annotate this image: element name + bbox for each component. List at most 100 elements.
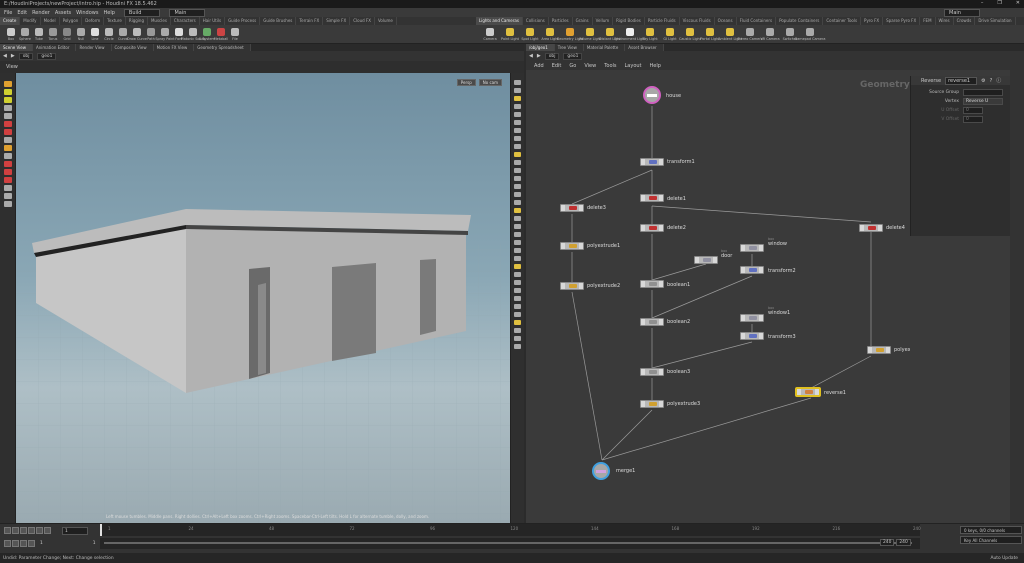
shelf-tool-button[interactable]: Grid bbox=[61, 27, 73, 41]
end-frame-2[interactable]: 240 bbox=[896, 539, 911, 546]
shelf-tab[interactable]: Particle Fluids bbox=[645, 17, 680, 25]
magnet-icon[interactable] bbox=[3, 169, 12, 175]
shelf-tab[interactable]: FEM bbox=[920, 17, 936, 25]
menu-help[interactable]: Help bbox=[103, 10, 114, 16]
arrow-icon[interactable] bbox=[3, 113, 12, 119]
pane-tab[interactable]: Render View bbox=[76, 44, 112, 51]
net-menu-layout[interactable]: Layout bbox=[625, 63, 642, 69]
viewport-tool-icon[interactable] bbox=[514, 128, 521, 133]
pane-tab[interactable]: Geometry Spreadsheet bbox=[194, 44, 251, 51]
node-delete2[interactable] bbox=[640, 224, 664, 232]
pane-tab[interactable]: Scene View bbox=[0, 44, 33, 51]
display-icon[interactable] bbox=[3, 201, 12, 207]
shelf-tool-button[interactable]: Point Light bbox=[501, 27, 519, 41]
viewport-tool-icon[interactable] bbox=[514, 88, 521, 93]
net-menu-help[interactable]: Help bbox=[650, 63, 661, 69]
viewport-tool-icon[interactable] bbox=[514, 192, 521, 197]
realtime-icon[interactable] bbox=[4, 540, 11, 547]
node-transform2[interactable] bbox=[740, 266, 764, 274]
shelf-tab[interactable]: Container Tools bbox=[823, 17, 862, 25]
node-delete3[interactable] bbox=[560, 204, 584, 212]
pose-tool-icon[interactable] bbox=[3, 145, 12, 151]
viewport-tool-icon[interactable] bbox=[514, 112, 521, 117]
shelf-tool-button[interactable]: Camera bbox=[481, 27, 499, 41]
viewport-tool-icon[interactable] bbox=[514, 184, 521, 189]
magnet-icon[interactable] bbox=[3, 161, 12, 167]
move-tool-icon[interactable] bbox=[3, 89, 12, 95]
viewport-tool-icon[interactable] bbox=[514, 208, 521, 213]
viewport-tool-icon[interactable] bbox=[514, 328, 521, 333]
shelf-tab[interactable]: Terrain FX bbox=[296, 17, 324, 25]
menu-edit[interactable]: Edit bbox=[17, 10, 27, 16]
handle-icon[interactable] bbox=[3, 121, 12, 127]
node-house[interactable] bbox=[643, 86, 661, 104]
pane-tab[interactable]: Motion FX View bbox=[153, 44, 195, 51]
shelf-tab[interactable]: Muscles bbox=[148, 17, 171, 25]
pane-tab[interactable]: Asset Browser bbox=[625, 44, 664, 51]
viewport-tool-icon[interactable] bbox=[514, 296, 521, 301]
node-boolean3[interactable] bbox=[640, 368, 664, 376]
viewport-tool-icon[interactable] bbox=[514, 264, 521, 269]
shelf-tab[interactable]: Fluid Containers bbox=[737, 17, 777, 25]
shelf-tab[interactable]: Guide Brushes bbox=[260, 17, 297, 25]
viewport-tool-icon[interactable] bbox=[514, 232, 521, 237]
net-menu-view[interactable]: View bbox=[584, 63, 596, 69]
shelf-tab[interactable]: Wires bbox=[936, 17, 954, 25]
shelf-tab[interactable]: Sparse Pyro FX bbox=[883, 17, 921, 25]
viewport-tool-icon[interactable] bbox=[514, 288, 521, 293]
info-icon[interactable]: ⓘ bbox=[996, 77, 1001, 84]
menu-file[interactable]: File bbox=[4, 10, 12, 16]
shelf-tool-button[interactable]: Torus bbox=[47, 27, 59, 41]
viewport-tool-icon[interactable] bbox=[514, 160, 521, 165]
node-boolean2[interactable] bbox=[640, 318, 664, 326]
select-tool-icon[interactable] bbox=[3, 81, 12, 87]
shelf-tool-button[interactable]: Caustic Light bbox=[679, 27, 701, 41]
shelf-tool-button[interactable]: L-System bbox=[199, 27, 215, 41]
node-reverse1[interactable] bbox=[796, 388, 820, 396]
scene-viewport[interactable]: Persp No cam Left mouse tumbles. Middle … bbox=[16, 73, 510, 523]
shelf-tab[interactable]: Vellum bbox=[593, 17, 614, 25]
shelf-tool-button[interactable]: Metaball bbox=[214, 27, 228, 41]
viewport-tool-icon[interactable] bbox=[514, 136, 521, 141]
viewport-tool-icon[interactable] bbox=[514, 336, 521, 341]
shelf-tab[interactable]: Oceans bbox=[715, 17, 737, 25]
play-icon[interactable] bbox=[28, 527, 35, 534]
viewport-tool-icon[interactable] bbox=[514, 144, 521, 149]
viewport-tool-icon[interactable] bbox=[514, 168, 521, 173]
node-boolean1[interactable] bbox=[640, 280, 664, 288]
arrow-icon[interactable] bbox=[3, 105, 12, 111]
shelf-tool-button[interactable]: Gamepad Camera bbox=[795, 27, 825, 41]
pane-tab[interactable]: Animation Editor bbox=[32, 44, 77, 51]
shelf-tool-button[interactable]: Tube bbox=[33, 27, 45, 41]
back-arrow-icon[interactable]: ◀ bbox=[529, 53, 533, 59]
desktop-select[interactable]: Build bbox=[123, 8, 161, 17]
pane-tab[interactable]: Material Palette bbox=[583, 44, 626, 51]
right-desktop-select[interactable]: Main bbox=[944, 9, 980, 17]
source-group-field[interactable] bbox=[963, 89, 1003, 96]
menu-assets[interactable]: Assets bbox=[55, 10, 71, 16]
shelf-tab[interactable]: Populate Containers bbox=[776, 17, 824, 25]
shelf-tab[interactable]: Model bbox=[41, 17, 60, 25]
rotate-tool-icon[interactable] bbox=[3, 97, 12, 103]
audio-icon[interactable] bbox=[20, 540, 27, 547]
start-frame[interactable]: 1 bbox=[40, 541, 43, 546]
shelf-tab[interactable]: Lights and Cameras bbox=[476, 17, 523, 25]
node-polyextrude4[interactable] bbox=[867, 346, 891, 354]
node-window[interactable] bbox=[740, 244, 764, 252]
end-frame-1[interactable]: 240 bbox=[880, 539, 895, 546]
start-frame-2[interactable]: 1 bbox=[93, 541, 96, 546]
shelf-tool-button[interactable]: Line bbox=[89, 27, 101, 41]
shelf-tab[interactable]: Create bbox=[0, 17, 21, 25]
node-window1[interactable] bbox=[740, 314, 764, 322]
path-context[interactable]: obj bbox=[18, 52, 34, 60]
node-transform3[interactable] bbox=[740, 332, 764, 340]
camera-menu[interactable]: Persp bbox=[456, 79, 476, 86]
path-node[interactable]: geo1 bbox=[37, 52, 57, 60]
viewport-tool-icon[interactable] bbox=[514, 248, 521, 253]
viewport-tool-icon[interactable] bbox=[514, 216, 521, 221]
shelf-tool-button[interactable]: Geometry Light bbox=[557, 27, 583, 41]
shelf-tab[interactable]: Polygon bbox=[60, 17, 83, 25]
magnet-icon[interactable] bbox=[3, 177, 12, 183]
shelf-tool-button[interactable]: GI Light bbox=[661, 27, 679, 41]
shelf-tab[interactable]: Hair Utils bbox=[200, 17, 226, 25]
